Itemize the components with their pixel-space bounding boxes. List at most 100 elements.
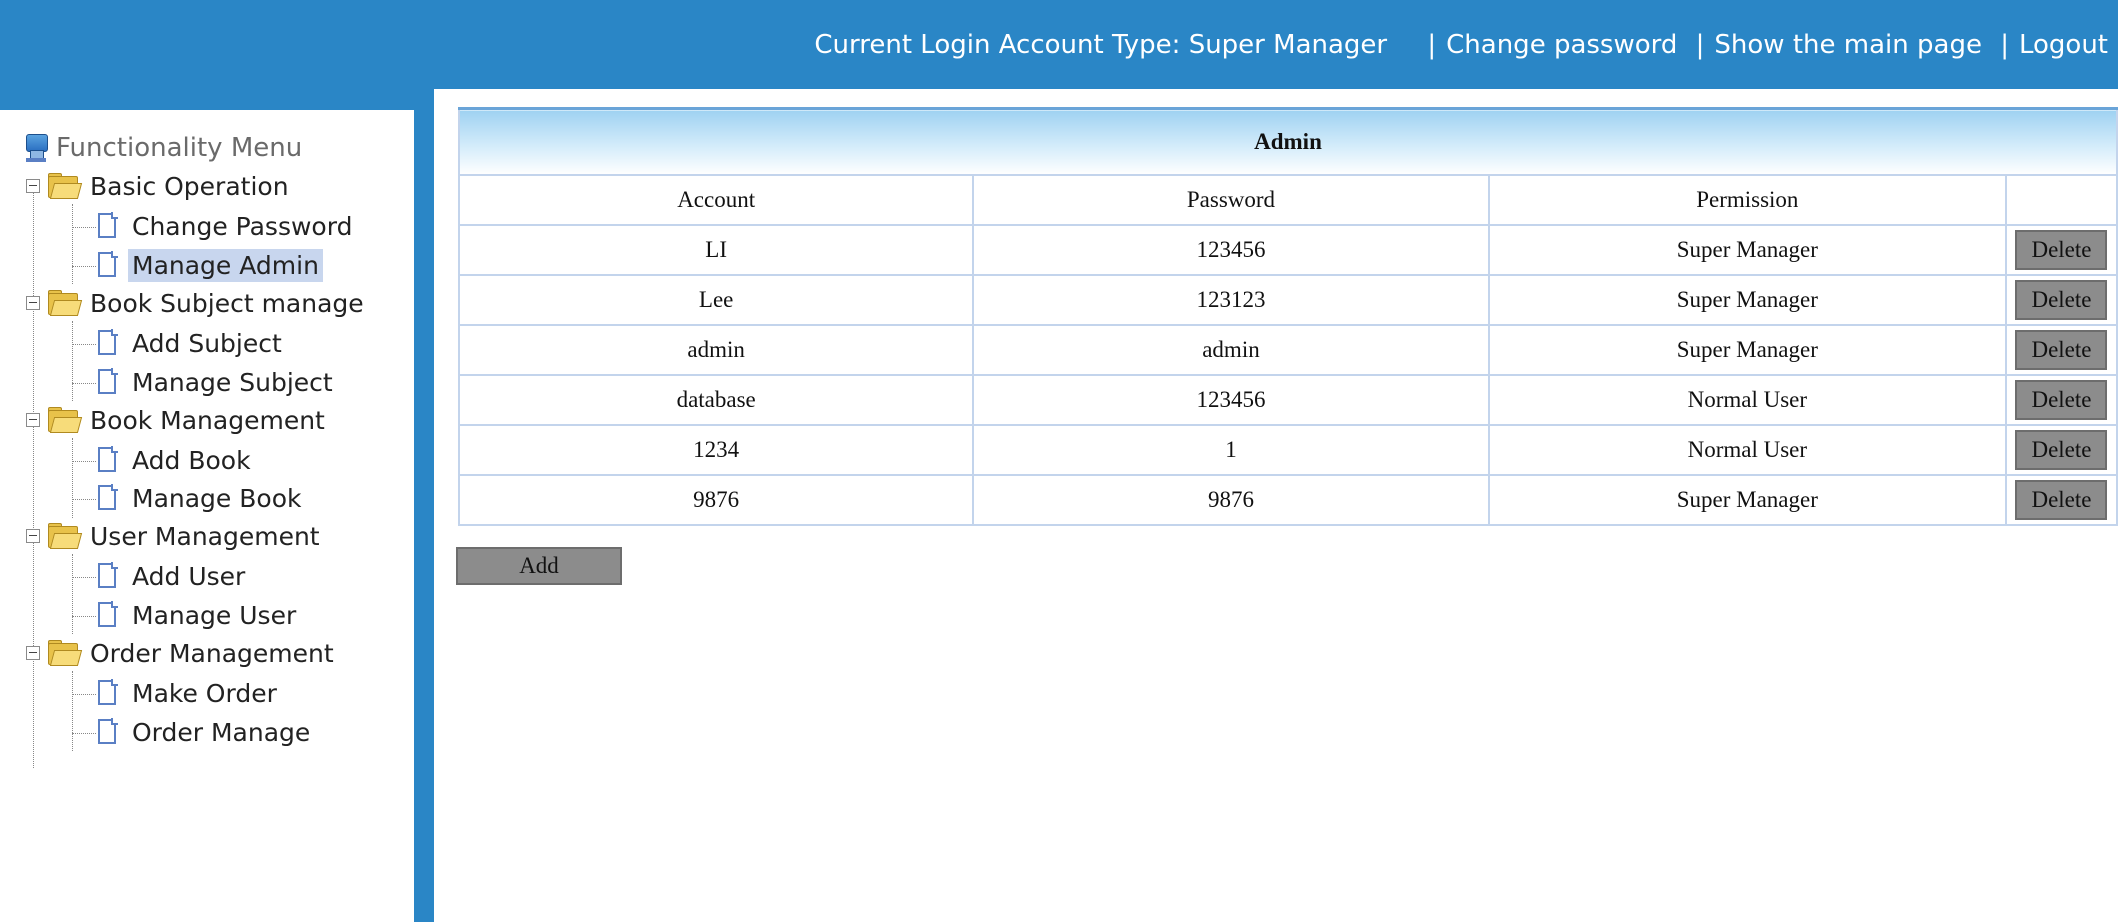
delete-button[interactable]: Delete [2015,230,2108,270]
add-admin-button[interactable]: Add [456,547,622,585]
tree-root: Functionality Menu [22,130,302,166]
header-nav: Current Login Account Type: Super Manage… [814,30,2108,60]
document-icon [96,718,118,746]
delete-button[interactable]: Delete [2015,380,2108,420]
document-icon [96,679,118,707]
collapse-icon[interactable] [26,529,40,543]
permission-cell: Super Manager [1487,274,2007,326]
sidebar-item-label: Manage User [132,600,297,630]
permission-cell: Super Manager [1487,474,2007,526]
tree-group-book-subject-manage[interactable]: Book Subject manage [26,285,368,321]
table-title-row: Admin [458,107,2118,176]
tree-line [72,438,73,518]
document-icon [96,562,118,590]
collapse-icon[interactable] [26,413,40,427]
tree-line [72,204,73,284]
tree-line [72,671,73,751]
password-cell: 123123 [972,274,1490,326]
sidebar-item-add-book[interactable]: Add Book [92,442,255,478]
permission-cell: Normal User [1487,424,2007,476]
collapse-icon[interactable] [26,296,40,310]
table-row: admin admin Super Manager Delete [457,324,2118,376]
permission-cell: Super Manager [1487,324,2007,376]
table-header-row: Account Password Permission [457,174,2118,226]
column-header-account: Account [457,174,975,226]
folder-open-icon [46,290,83,316]
actions-cell: Delete [2004,374,2118,426]
folder-open-icon [46,523,83,549]
password-cell: 123456 [972,224,1490,276]
tree-group-order-management[interactable]: Order Management [26,635,338,671]
sidebar-item-manage-admin[interactable]: Manage Admin [92,247,323,283]
tree-root-label: Functionality Menu [56,133,303,163]
sidebar-item-label: Change Password [132,211,353,241]
change-password-link[interactable]: Change password [1446,30,1677,60]
table-row: 1234 1 Normal User Delete [457,424,2118,476]
sidebar-item-label: Manage Book [132,483,302,513]
actions-cell: Delete [2004,474,2118,526]
document-icon [96,329,118,357]
permission-cell: Super Manager [1487,224,2007,276]
document-icon [96,601,118,629]
admin-table: Admin Account Password Permission LI 123… [457,107,2118,526]
actions-cell: Delete [2004,224,2118,276]
tree-group-label: Book Management [90,405,325,435]
column-header-actions [2004,174,2118,226]
actions-cell: Delete [2004,324,2118,376]
folder-open-icon [46,173,83,199]
tree-group-label: Order Management [90,638,334,668]
sidebar-item-manage-book[interactable]: Manage Book [92,480,305,516]
password-cell: 123456 [972,374,1490,426]
sidebar-item-manage-user[interactable]: Manage User [92,597,300,633]
account-cell: Lee [457,274,975,326]
show-main-page-link[interactable]: Show the main page [1714,30,1982,60]
sidebar-item-order-manage[interactable]: Order Manage [92,714,314,750]
table-row: LI 123456 Super Manager Delete [457,224,2118,276]
account-cell: admin [457,324,975,376]
sidebar-item-make-order[interactable]: Make Order [92,675,281,711]
sidebar-item-add-subject[interactable]: Add Subject [92,325,286,361]
collapse-icon[interactable] [26,646,40,660]
delete-button[interactable]: Delete [2015,480,2108,520]
account-cell: LI [457,224,975,276]
logout-link[interactable]: Logout [2019,30,2108,60]
account-cell: 1234 [457,424,975,476]
permission-cell: Normal User [1487,374,2007,426]
sidebar-item-add-user[interactable]: Add User [92,558,249,594]
sidebar-item-label: Manage Admin [128,248,323,282]
tree-group-user-management[interactable]: User Management [26,518,324,554]
document-icon [96,446,118,474]
document-icon [96,484,118,512]
table-title: Admin [458,107,2118,176]
sidebar-item-manage-subject[interactable]: Manage Subject [92,364,337,400]
tree-group-basic-operation[interactable]: Basic Operation [26,168,293,204]
password-cell: admin [972,324,1490,376]
actions-cell: Delete [2004,274,2118,326]
tree-line [72,554,73,634]
table-row: Lee 123123 Super Manager Delete [457,274,2118,326]
tree-group-label: User Management [90,521,320,551]
document-icon [96,212,118,240]
header-separator: | [1427,30,1437,60]
header-separator: | [1695,30,1705,60]
sidebar-menu: Functionality Menu Basic Operation Chang… [0,110,414,922]
sidebar-item-change-password[interactable]: Change Password [92,208,356,244]
actions-cell: Delete [2004,424,2118,476]
tree-group-book-management[interactable]: Book Management [26,402,329,438]
table-row: database 123456 Normal User Delete [457,374,2118,426]
tree-group-label: Basic Operation [90,171,289,201]
tree-line [33,188,34,768]
account-cell: database [457,374,975,426]
sidebar-item-label: Add Subject [132,328,282,358]
sidebar-item-label: Add Book [132,445,251,475]
main-content: Admin Account Password Permission LI 123… [434,89,2118,922]
tree-group-label: Book Subject manage [90,288,364,318]
password-cell: 9876 [972,474,1490,526]
password-cell: 1 [972,424,1490,476]
delete-button[interactable]: Delete [2015,430,2108,470]
computer-icon [22,132,50,164]
delete-button[interactable]: Delete [2015,280,2108,320]
delete-button[interactable]: Delete [2015,330,2108,370]
header-separator: | [2000,30,2009,60]
collapse-icon[interactable] [26,179,40,193]
